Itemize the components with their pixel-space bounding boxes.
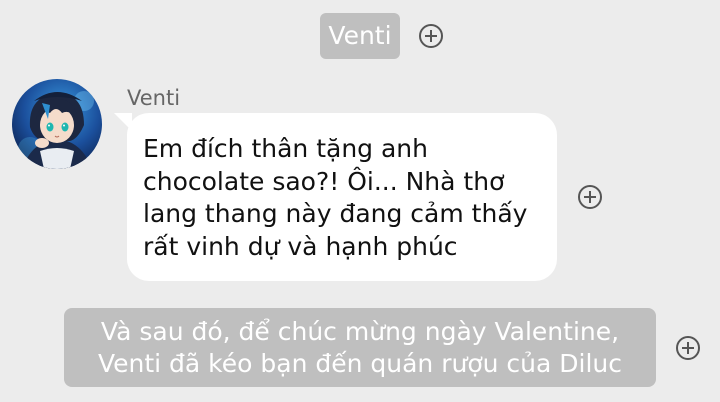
add-header-plus-icon[interactable] [419,24,443,48]
message-line: Em đích thân tặng anh [143,134,428,163]
message-line: rất vinh dự và hạnh phúc [143,231,458,261]
message-line: chocolate sao?! Ôi... Nhà thơ [143,166,505,196]
avatar-portrait-icon [12,79,102,169]
message-line: lang thang này đang cảm thấy [143,199,528,228]
avatar[interactable] [12,79,102,169]
add-message-plus-icon[interactable] [578,185,602,209]
message-bubble[interactable]: Em đích thân tặng anh chocolate sao?! Ôi… [127,113,557,281]
sender-name: Venti [127,86,181,110]
character-name-chip[interactable]: Venti [320,13,400,59]
add-narration-plus-icon[interactable] [676,336,700,360]
narration-line: Venti đã kéo bạn đến quán rượu của Diluc [97,349,623,378]
narration-box[interactable]: Và sau đó, để chúc mừng ngày Valentine, … [64,308,656,387]
narration-line: Và sau đó, để chúc mừng ngày Valentine, [100,317,620,346]
character-name-label: Venti [328,21,392,50]
